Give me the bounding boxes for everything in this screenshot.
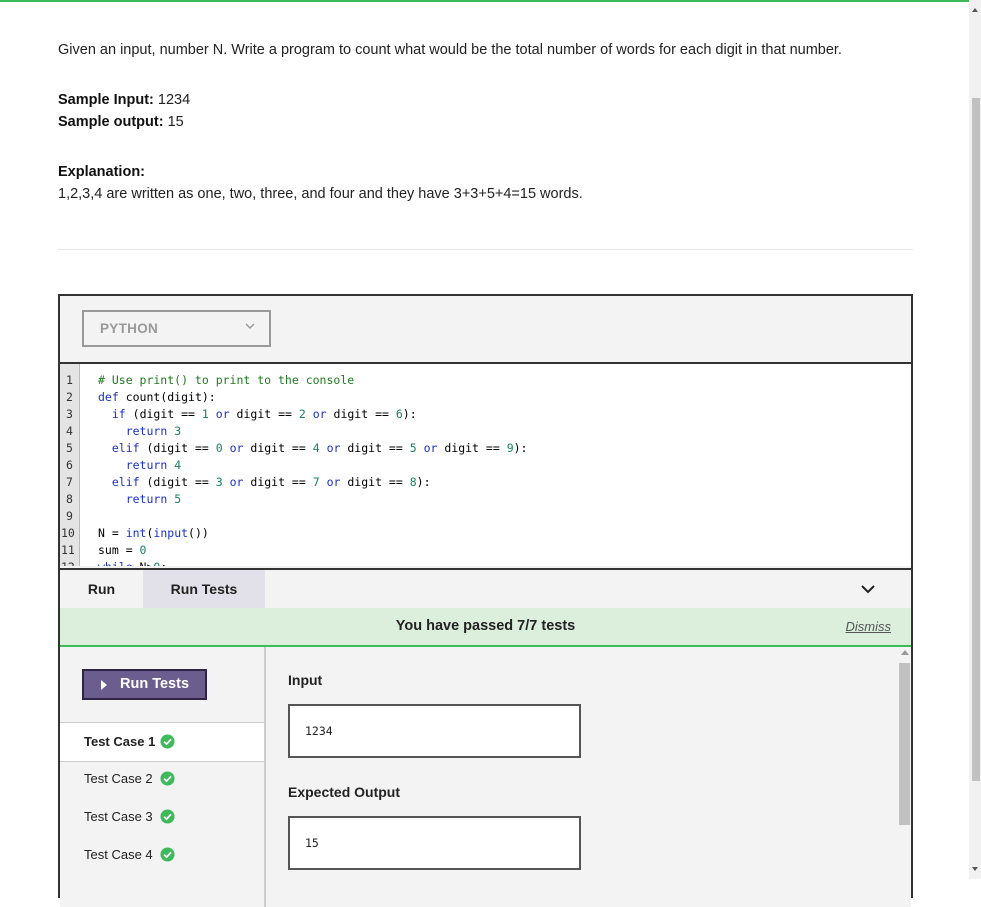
line-number: 5 xyxy=(66,441,73,455)
run-tests-button[interactable]: Run Tests xyxy=(82,669,207,700)
page-scrollbar-thumb[interactable] xyxy=(972,98,980,781)
line-number-gutter: 1 2 3 4 5 6 7 8 9 10 11 12 xyxy=(60,364,80,566)
play-icon xyxy=(101,680,107,690)
scroll-down-arrow-icon[interactable] xyxy=(972,867,978,871)
divider xyxy=(58,249,913,250)
top-progress-bar xyxy=(0,0,981,2)
sample-output: Sample output: 15 xyxy=(58,114,184,130)
line-number: 1 xyxy=(66,373,73,387)
tab-run-tests[interactable]: Run Tests xyxy=(143,570,265,608)
problem-description: Given an input, number N. Write a progra… xyxy=(58,42,842,58)
check-circle-icon xyxy=(160,847,175,862)
line-number: 10 xyxy=(61,526,75,540)
scrollbar-thumb[interactable] xyxy=(899,663,910,825)
check-circle-icon xyxy=(160,771,175,786)
test-case-list: Run Tests Test Case 1 Test Case 2 Test C… xyxy=(60,647,266,907)
sample-input-value: 1234 xyxy=(157,92,191,108)
input-value: 1234 xyxy=(305,724,333,738)
explanation-label: Explanation: xyxy=(58,164,146,180)
code-line: # Use print() to print to the console xyxy=(98,373,355,387)
line-number: 7 xyxy=(66,475,73,489)
check-circle-icon xyxy=(160,809,175,824)
input-label: Input xyxy=(288,672,323,688)
test-case-item[interactable]: Test Case 1 xyxy=(60,722,264,762)
language-select[interactable]: PYTHON xyxy=(82,310,271,347)
code-line: sum = 0 xyxy=(98,543,147,557)
code-line: while N>0: xyxy=(98,560,167,566)
test-case-label: Test Case 2 xyxy=(84,771,153,786)
sample-output-label: Sample output: xyxy=(58,114,164,130)
test-result-banner: You have passed 7/7 tests Dismiss xyxy=(60,608,911,647)
tab-run[interactable]: Run xyxy=(60,570,143,608)
test-case-label: Test Case 4 xyxy=(84,847,153,862)
scroll-up-arrow-icon[interactable] xyxy=(972,8,978,12)
chevron-down-icon xyxy=(245,323,255,329)
test-case-label: Test Case 3 xyxy=(84,809,153,824)
test-case-item[interactable]: Test Case 4 xyxy=(60,836,264,874)
code-line: N = int(input()) xyxy=(98,526,209,540)
code-line: return 4 xyxy=(125,458,182,472)
explanation-heading: Explanation: xyxy=(58,164,145,180)
expected-output-box: 15 xyxy=(288,816,581,870)
code-line: def count(digit): xyxy=(98,390,216,404)
page-scrollbar[interactable] xyxy=(969,0,981,879)
input-box: 1234 xyxy=(288,704,581,758)
check-circle-icon xyxy=(160,734,175,749)
line-number: 2 xyxy=(66,390,73,404)
dismiss-link[interactable]: Dismiss xyxy=(846,619,892,634)
code-ide: PYTHON 1 2 3 4 5 6 7 8 9 10 11 12 # Use … xyxy=(58,294,913,907)
chevron-down-icon[interactable] xyxy=(861,582,875,596)
line-number: 12 xyxy=(61,560,75,566)
test-result-message: You have passed 7/7 tests xyxy=(395,618,576,634)
scroll-up-arrow-icon[interactable] xyxy=(901,650,909,655)
explanation-text: 1,2,3,4 are written as one, two, three, … xyxy=(58,186,583,202)
test-case-item[interactable]: Test Case 2 xyxy=(60,760,264,798)
code-line: return 3 xyxy=(125,424,182,438)
run-tests-button-label: Run Tests xyxy=(120,676,190,692)
test-case-item[interactable]: Test Case 3 xyxy=(60,798,264,836)
code-line: elif (digit == 3 or digit == 7 or digit … xyxy=(111,475,431,489)
code-editor[interactable]: 1 2 3 4 5 6 7 8 9 10 11 12 # Use print()… xyxy=(60,364,911,566)
line-number: 8 xyxy=(66,492,73,506)
line-number: 6 xyxy=(66,458,73,472)
code-line: if (digit == 1 or digit == 2 or digit ==… xyxy=(111,407,417,421)
sample-input-label: Sample Input: xyxy=(58,92,154,108)
detail-scrollbar[interactable] xyxy=(897,647,911,907)
console-tabs: Run Run Tests xyxy=(60,568,911,610)
expected-output-label: Expected Output xyxy=(288,784,401,800)
test-case-detail: Input 1234 Expected Output 15 xyxy=(266,647,911,907)
sample-output-value: 15 xyxy=(167,114,184,130)
code-line: return 5 xyxy=(125,492,182,506)
test-case-label: Test Case 1 xyxy=(84,734,156,749)
sample-input: Sample Input: 1234 xyxy=(58,92,190,108)
line-number: 3 xyxy=(66,407,73,421)
line-number: 9 xyxy=(66,509,73,523)
line-number: 11 xyxy=(61,543,75,557)
expected-output-value: 15 xyxy=(305,836,319,850)
line-number: 4 xyxy=(66,424,73,438)
language-bar: PYTHON xyxy=(60,296,911,364)
code-line: elif (digit == 0 or digit == 4 or digit … xyxy=(111,441,528,455)
language-select-value: PYTHON xyxy=(100,321,159,336)
